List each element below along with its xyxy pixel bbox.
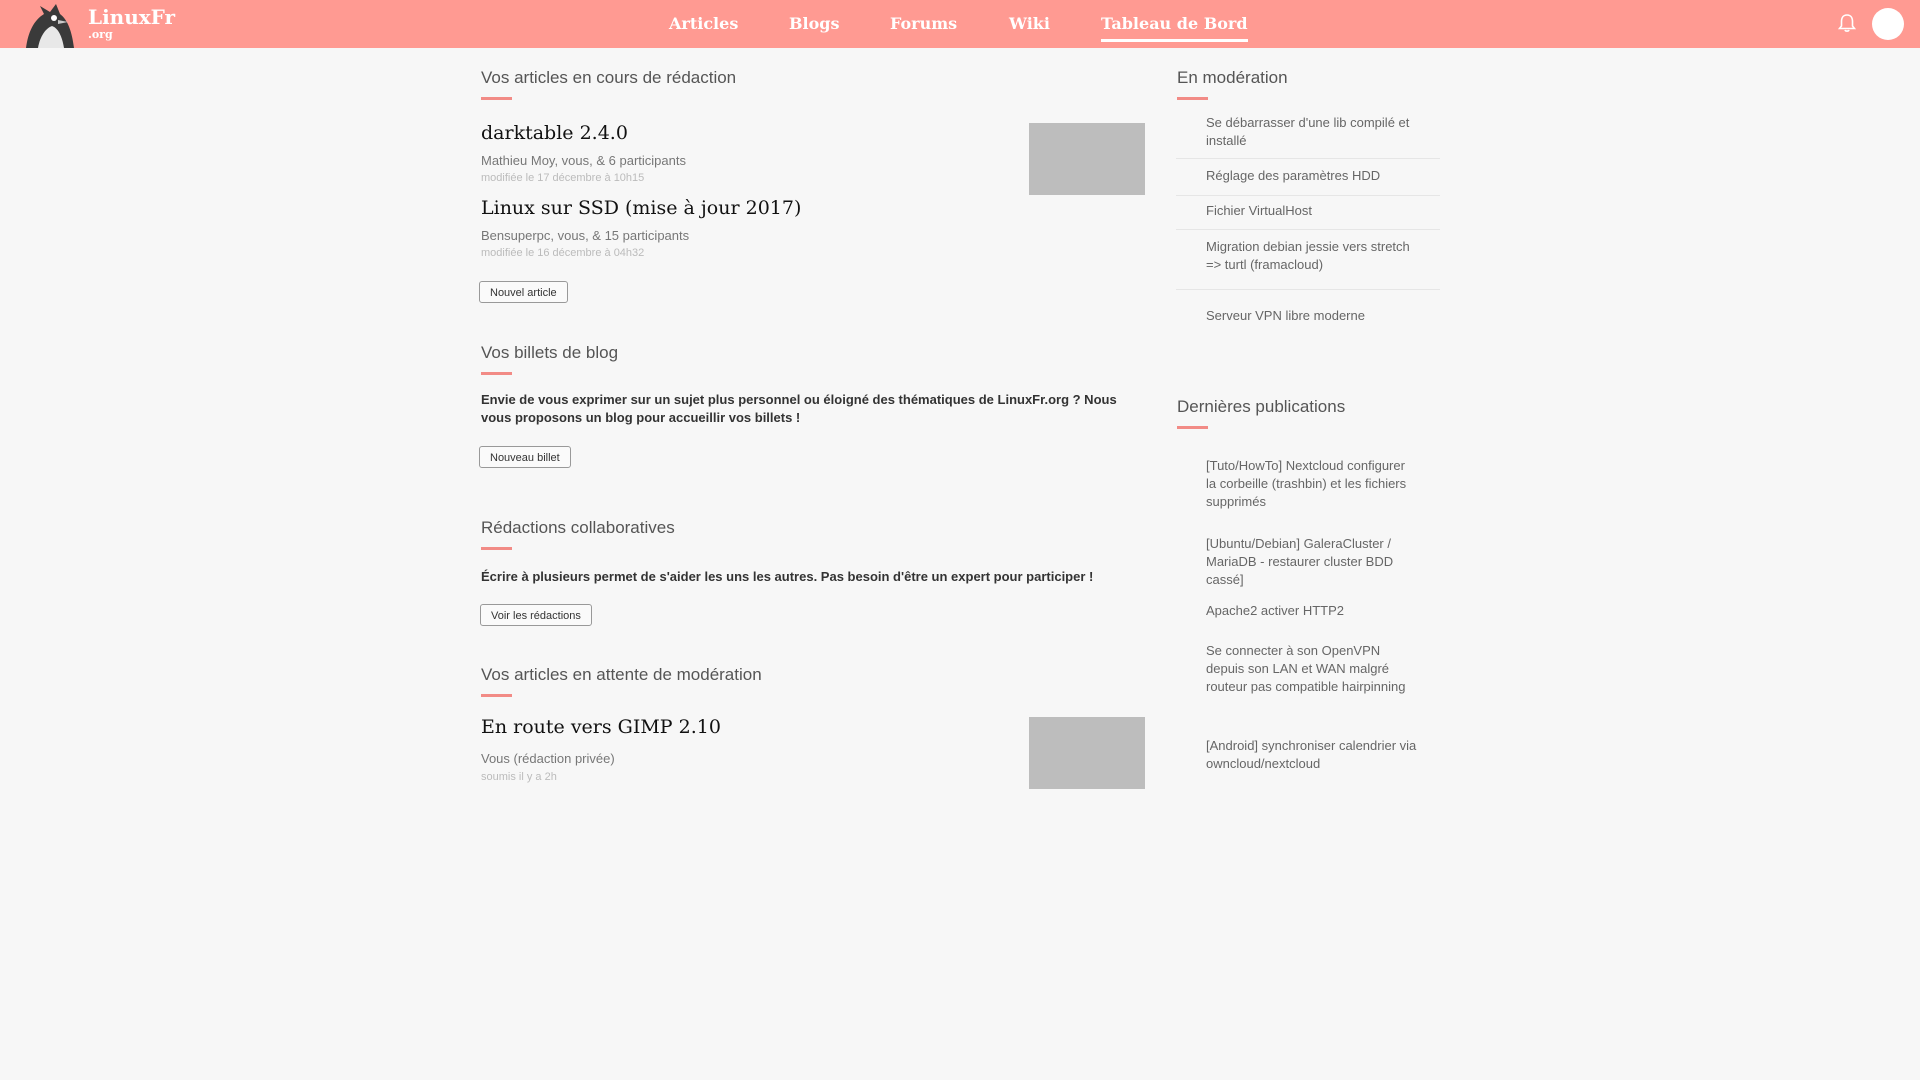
new-article-button[interactable]: Nouvel article [479,281,568,303]
pending-authors-1: Vous (rédaction privée) [481,751,615,766]
draft-authors-1: Mathieu Moy, vous, & 6 participants [481,153,686,168]
pending-date-1: soumis il y a 2h [481,771,557,783]
blog-section-title: Vos billets de blog [481,343,619,375]
blog-description: Envie de vous exprimer sur un sujet plus… [481,392,1117,425]
moderation-item-3[interactable]: Fichier VirtualHost [1206,202,1418,220]
nav-articles[interactable]: Articles [669,14,738,33]
latest-item-4[interactable]: Se connecter à son OpenVPN depuis son LA… [1206,642,1418,696]
draft-date-1: modifiée le 17 décembre à 10h15 [481,172,645,184]
collab-description: Écrire à plusieurs permet de s'aider les… [481,569,1094,584]
draft-authors-2: Bensuperpc, vous, & 15 participants [481,228,690,243]
site-tld: .org [88,28,113,41]
moderation-item-4[interactable]: Migration debian jessie vers stretch => … [1206,238,1418,274]
divider [1176,195,1440,196]
latest-item-3[interactable]: Apache2 activer HTTP2 [1206,602,1418,620]
collab-section-title: Rédactions collaboratives [481,518,675,550]
pending-section-title: Vos articles en attente de modération [481,665,762,697]
penguin-logo-icon [26,4,74,48]
drafts-section-title: Vos articles en cours de rédaction [481,68,737,100]
view-collab-button[interactable]: Voir les rédactions [480,604,592,626]
latest-item-1[interactable]: [Tuto/HowTo] Nextcloud configurer la cor… [1206,457,1418,511]
draft-thumbnail-1[interactable] [1029,123,1145,195]
latest-item-2[interactable]: [Ubuntu/Debian] GaleraCluster / MariaDB … [1206,535,1418,589]
draft-title-2[interactable]: Linux sur SSD (mise à jour 2017) [481,197,801,219]
moderation-item-5[interactable]: Serveur VPN libre moderne [1206,307,1418,325]
pending-title-1[interactable]: En route vers GIMP 2.10 [481,716,721,738]
divider [1176,229,1440,230]
latest-section-title: Dernières publications [1177,397,1346,429]
moderation-item-2[interactable]: Réglage des paramètres HDD [1206,167,1418,185]
moderation-item-1[interactable]: Se débarrasser d'une lib compilé et inst… [1206,114,1418,150]
divider [1176,158,1440,159]
latest-item-5[interactable]: [Android] synchroniser calendrier via ow… [1206,737,1418,773]
divider [1176,289,1440,290]
draft-title-1[interactable]: darktable 2.4.0 [481,122,628,144]
nav-wiki[interactable]: Wiki [1009,14,1050,33]
pending-thumbnail-1[interactable] [1029,717,1145,789]
site-name: LinuxFr [88,5,176,29]
new-blog-post-button[interactable]: Nouveau billet [479,446,571,468]
nav-blogs[interactable]: Blogs [789,14,839,33]
moderation-section-title: En modération [1177,68,1288,100]
bell-icon[interactable] [1838,13,1856,33]
top-navigation-bar: LinuxFr .org Articles Blogs Forums Wiki … [0,0,1920,48]
user-avatar[interactable] [1872,8,1904,40]
nav-forums[interactable]: Forums [890,14,957,33]
nav-dashboard[interactable]: Tableau de Bord [1101,14,1248,42]
draft-date-2: modifiée le 16 décembre à 04h32 [481,247,645,259]
